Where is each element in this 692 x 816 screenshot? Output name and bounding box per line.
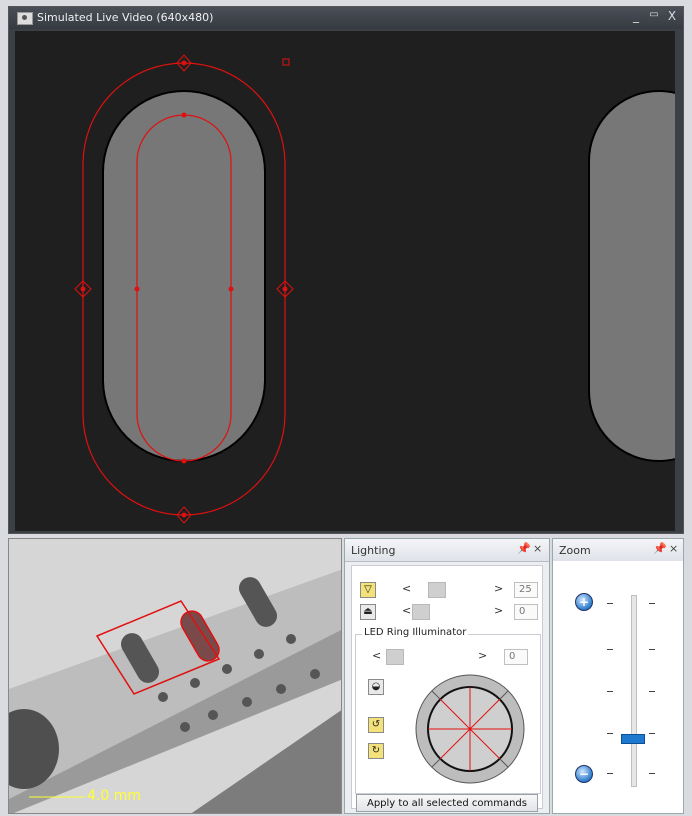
bottom-light-value[interactable]: 0 bbox=[514, 604, 538, 620]
zoom-in-button[interactable]: + bbox=[575, 593, 593, 611]
zoom-pin-icon[interactable]: 📌 bbox=[653, 542, 667, 555]
zoom-tick bbox=[607, 773, 613, 774]
zoom-panel-header: Zoom 📌 × bbox=[553, 539, 683, 562]
bottom-light-decrease-button[interactable]: < bbox=[402, 604, 411, 617]
lighting-close-button[interactable]: × bbox=[533, 542, 542, 555]
led-ring-selector[interactable] bbox=[414, 673, 530, 789]
slot-left bbox=[102, 90, 266, 462]
top-light-icon[interactable]: ▽ bbox=[360, 582, 376, 598]
camera-icon bbox=[17, 12, 33, 25]
video-image[interactable] bbox=[15, 31, 675, 531]
zoom-tick bbox=[607, 691, 613, 692]
zoom-tick bbox=[649, 649, 655, 650]
video-window-title: Simulated Live Video (640x480) bbox=[37, 11, 214, 24]
lighting-panel-body: ▽ < > 25 ⏏ < > 0 LED Ring Illuminator < … bbox=[351, 565, 543, 812]
lighting-panel-header: Lighting 📌 × bbox=[345, 539, 549, 562]
zoom-panel-body: + − bbox=[553, 561, 683, 813]
zoom-tick bbox=[649, 603, 655, 604]
bottom-light-increase-button[interactable]: > bbox=[494, 604, 503, 617]
minimize-button[interactable]: _ bbox=[627, 9, 645, 23]
top-light-increase-button[interactable]: > bbox=[494, 582, 503, 595]
slot-right bbox=[588, 90, 675, 462]
led-value[interactable]: 0 bbox=[504, 649, 528, 665]
zoom-tick bbox=[607, 649, 613, 650]
bottom-light-slider[interactable] bbox=[412, 604, 430, 620]
led-slider[interactable] bbox=[386, 649, 404, 665]
zoom-close-button[interactable]: × bbox=[669, 542, 678, 555]
lighting-panel-title: Lighting bbox=[351, 544, 396, 557]
pin-icon[interactable]: 📌 bbox=[517, 542, 531, 555]
part-3d-view[interactable]: 4.0 mm bbox=[8, 538, 342, 814]
rotate-left-icon[interactable]: ↺ bbox=[368, 717, 384, 733]
zoom-tick bbox=[649, 773, 655, 774]
apply-to-all-button[interactable]: Apply to all selected commands bbox=[356, 794, 538, 812]
scale-bar-label: 4.0 mm bbox=[87, 788, 141, 804]
zoom-tick bbox=[649, 733, 655, 734]
lighting-panel: Lighting 📌 × ▽ < > 25 ⏏ < > 0 LED Ring I… bbox=[344, 538, 550, 814]
zoom-slider-track[interactable] bbox=[631, 595, 637, 787]
bottom-light-icon[interactable]: ⏏ bbox=[360, 604, 376, 620]
led-decrease-button[interactable]: < bbox=[372, 649, 381, 662]
part-3d-render[interactable] bbox=[9, 539, 342, 814]
top-light-value[interactable]: 25 bbox=[514, 582, 538, 598]
led-light-icon[interactable]: ◒ bbox=[368, 679, 384, 695]
video-titlebar: Simulated Live Video (640x480) _ ▭ X bbox=[9, 7, 683, 29]
zoom-tick bbox=[607, 603, 613, 604]
zoom-panel: Zoom 📌 × + − bbox=[552, 538, 684, 814]
video-canvas[interactable] bbox=[15, 31, 675, 531]
zoom-tick bbox=[649, 691, 655, 692]
zoom-panel-title: Zoom bbox=[559, 544, 591, 557]
maximize-button[interactable]: ▭ bbox=[645, 9, 663, 20]
rotate-right-icon[interactable]: ↻ bbox=[368, 743, 384, 759]
led-ring-illuminator-label: LED Ring Illuminator bbox=[362, 627, 469, 638]
zoom-out-button[interactable]: − bbox=[575, 765, 593, 783]
led-ring-illuminator-group: LED Ring Illuminator < > 0 ◒ ↺ ↻ bbox=[355, 627, 541, 794]
close-button[interactable]: X bbox=[663, 9, 681, 23]
top-light-slider[interactable] bbox=[428, 582, 446, 598]
led-increase-button[interactable]: > bbox=[478, 649, 487, 662]
top-light-decrease-button[interactable]: < bbox=[402, 582, 411, 595]
zoom-slider-thumb[interactable] bbox=[621, 733, 645, 744]
zoom-tick bbox=[607, 733, 613, 734]
video-window: Simulated Live Video (640x480) _ ▭ X bbox=[8, 6, 684, 534]
anchor-marker[interactable] bbox=[282, 58, 290, 66]
